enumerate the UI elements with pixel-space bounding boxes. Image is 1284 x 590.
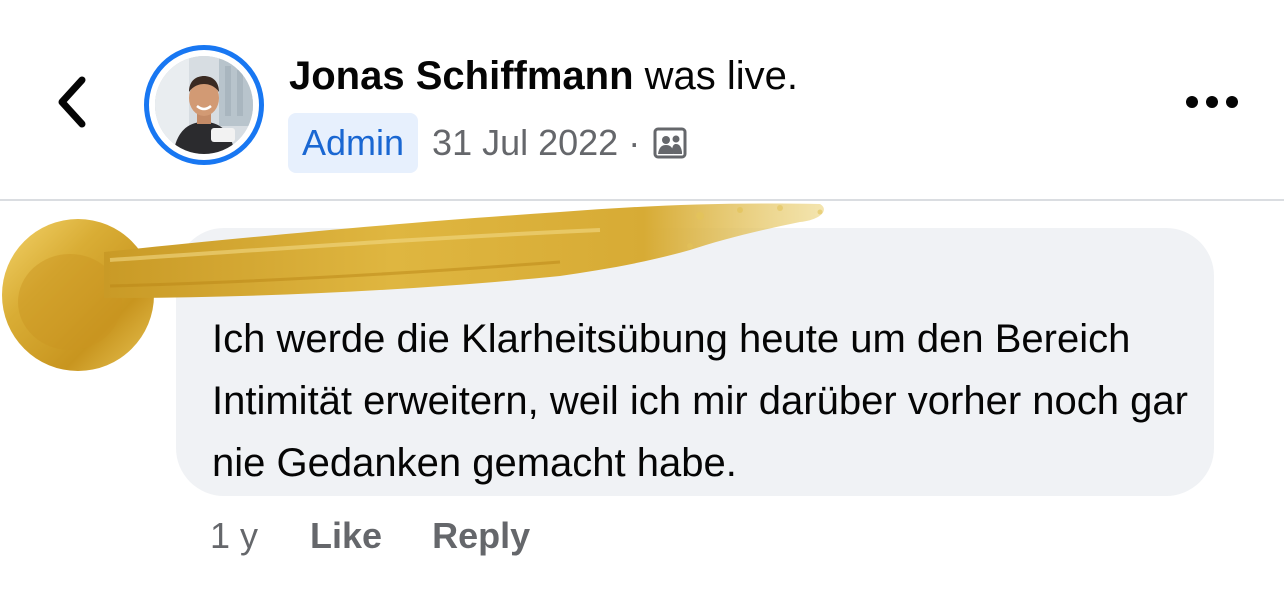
profile-photo (155, 56, 253, 154)
admin-badge: Admin (288, 113, 419, 173)
post-header: Jonas Schiffmann was live. Admin 31 Jul … (0, 0, 1284, 200)
comment-bubble[interactable]: Ich werde die Klarheitsübung heute um de… (176, 228, 1214, 496)
post-date[interactable]: 31 Jul 2022 (432, 122, 618, 164)
more-options-button[interactable] (1180, 84, 1244, 124)
comment-text: Ich werde die Klarheitsübung heute um de… (212, 317, 1188, 485)
post-title: Jonas Schiffmann was live. (289, 52, 798, 100)
post-action-text: was live. (633, 54, 799, 98)
reply-button[interactable]: Reply (432, 515, 530, 557)
comment-actions: 1 y Like Reply (210, 512, 530, 560)
chevron-left-icon (52, 74, 92, 135)
author-name[interactable]: Jonas Schiffmann (289, 54, 634, 98)
avatar[interactable] (144, 45, 264, 165)
more-horizontal-icon (1184, 94, 1240, 115)
friends-photo-icon (652, 125, 688, 161)
header-divider (0, 199, 1284, 201)
post-meta: Admin 31 Jul 2022 · (288, 113, 688, 173)
meta-separator: · (628, 122, 641, 163)
post-comment-view: Jonas Schiffmann was live. Admin 31 Jul … (0, 0, 1284, 590)
back-button[interactable] (44, 72, 100, 136)
comment-timestamp[interactable]: 1 y (210, 515, 258, 557)
like-button[interactable]: Like (310, 515, 382, 557)
